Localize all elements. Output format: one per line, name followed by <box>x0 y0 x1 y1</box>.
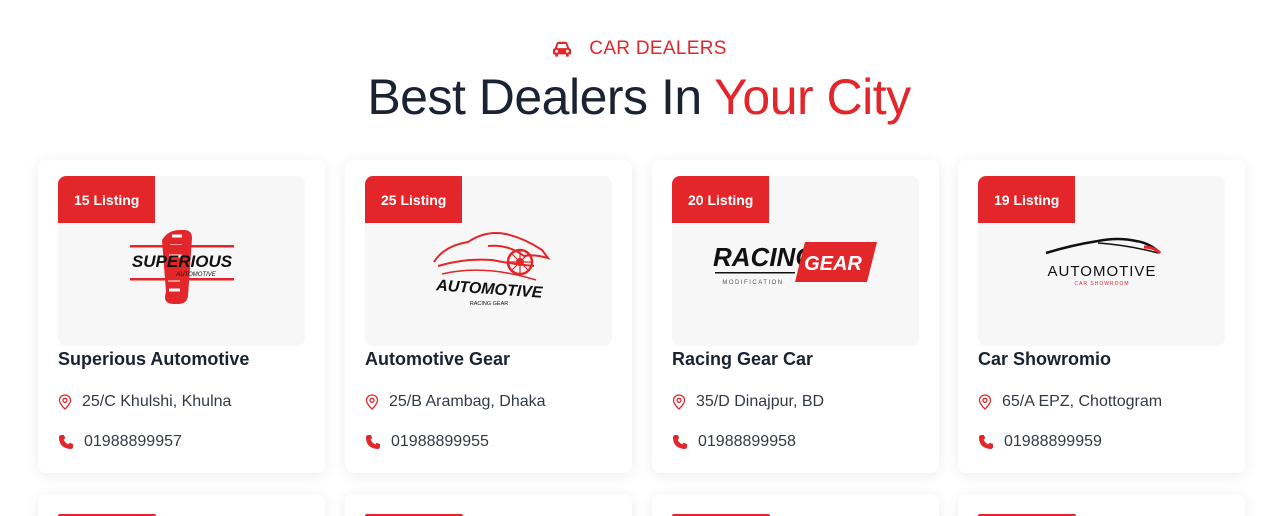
listing-badge: 15 Listing <box>58 176 156 223</box>
dealer-phone[interactable]: 01988899955 <box>365 433 489 451</box>
listing-badge: 20 Listing <box>672 176 770 223</box>
dealer-name[interactable]: Racing Gear Car <box>672 349 813 370</box>
dealer-logo: RACING GEAR MODIFICATION <box>672 216 919 316</box>
section-title-accent: Your City <box>714 69 911 125</box>
dealer-address: 65/A EPZ, Chottogram <box>978 393 1162 411</box>
dealer-phone-text[interactable]: 01988899957 <box>84 433 182 451</box>
dealer-phone-text[interactable]: 01988899959 <box>1004 433 1102 451</box>
dealer-card-partial[interactable] <box>345 494 632 516</box>
dealer-address-text: 25/B Arambag, Dhaka <box>389 393 546 410</box>
dealer-card[interactable]: AUTOMOTIVE CAR SHOWROOM 19 Listing Car S… <box>958 160 1245 473</box>
dealer-card[interactable]: SUPERIOUS AUTOMOTIVE 15 Listing Superiou… <box>38 160 325 473</box>
dealer-card[interactable]: RACING GEAR MODIFICATION 20 Listing Raci… <box>652 160 939 473</box>
map-pin-icon <box>672 394 686 410</box>
dealer-thumbnail[interactable]: RACING GEAR MODIFICATION 20 Listing <box>672 176 919 346</box>
dealer-thumbnail[interactable]: AUTOMOTIVE RACING GEAR 25 Listing <box>365 176 612 346</box>
dealer-phone-text[interactable]: 01988899958 <box>698 433 796 451</box>
car-icon <box>553 41 572 57</box>
dealer-thumbnail[interactable]: AUTOMOTIVE CAR SHOWROOM 19 Listing <box>978 176 1225 346</box>
dealer-card-partial[interactable] <box>958 494 1245 516</box>
automotive-gear-logo-subtext: RACING GEAR <box>469 301 508 307</box>
dealer-address-text: 35/D Dinajpur, BD <box>696 393 825 410</box>
superious-logo-image: SUPERIOUS AUTOMOTIVE <box>129 230 234 304</box>
dealer-name[interactable]: Superious Automotive <box>58 349 249 370</box>
superious-logo-text: SUPERIOUS <box>131 252 232 271</box>
car-showroom-logo-text: AUTOMOTIVE <box>1047 263 1156 280</box>
automotive-gear-logo-image: AUTOMOTIVE RACING GEAR <box>432 232 551 307</box>
section-title: Best Dealers In Your City <box>0 68 1278 126</box>
dealer-name[interactable]: Car Showromio <box>978 349 1111 370</box>
dealer-address: 35/D Dinajpur, BD <box>672 393 824 411</box>
phone-icon <box>366 435 380 449</box>
map-pin-icon <box>365 394 379 410</box>
map-pin-icon <box>58 394 72 410</box>
superious-logo-subtext: AUTOMOTIVE <box>175 272 217 278</box>
phone-icon <box>979 435 993 449</box>
car-showroom-logo-subtext: CAR SHOWROOM <box>1074 281 1129 287</box>
racing-gear-logo-image: RACING GEAR MODIFICATION <box>713 242 877 286</box>
dealer-thumbnail[interactable]: SUPERIOUS AUTOMOTIVE 15 Listing <box>58 176 305 346</box>
section-eyebrow: CAR DEALERS <box>0 38 1278 60</box>
dealer-address-text: 65/A EPZ, Chottogram <box>1002 393 1163 410</box>
dealer-card-partial[interactable] <box>652 494 939 516</box>
dealer-card-partial[interactable] <box>38 494 325 516</box>
racing-logo-subtext: MODIFICATION <box>722 280 783 286</box>
dealer-phone[interactable]: 01988899959 <box>978 433 1102 451</box>
dealer-logo: SUPERIOUS AUTOMOTIVE <box>58 216 305 316</box>
listing-badge: 25 Listing <box>365 176 463 223</box>
section-eyebrow-label: CAR DEALERS <box>589 38 727 59</box>
map-pin-icon <box>978 394 992 410</box>
car-showroom-logo-image: AUTOMOTIVE CAR SHOWROOM <box>1045 237 1161 287</box>
automotive-gear-logo-text: AUTOMOTIVE <box>434 277 544 302</box>
dealer-phone-text[interactable]: 01988899955 <box>391 433 489 451</box>
dealer-card[interactable]: AUTOMOTIVE RACING GEAR 25 Listing Automo… <box>345 160 632 473</box>
listing-badge: 19 Listing <box>978 176 1076 223</box>
dealer-logo: AUTOMOTIVE RACING GEAR <box>365 216 612 316</box>
dealer-name[interactable]: Automotive Gear <box>365 349 510 370</box>
gear-logo-text: GEAR <box>804 253 862 275</box>
dealer-address: 25/C Khulshi, Khulna <box>58 393 231 411</box>
dealer-address: 25/B Arambag, Dhaka <box>365 393 546 411</box>
dealer-address-text: 25/C Khulshi, Khulna <box>82 393 232 410</box>
dealer-logo: AUTOMOTIVE CAR SHOWROOM <box>978 216 1225 316</box>
phone-icon <box>673 435 687 449</box>
phone-icon <box>59 435 73 449</box>
section-title-main: Best Dealers In <box>367 69 715 125</box>
dealer-phone[interactable]: 01988899958 <box>672 433 796 451</box>
dealer-phone[interactable]: 01988899957 <box>58 433 182 451</box>
